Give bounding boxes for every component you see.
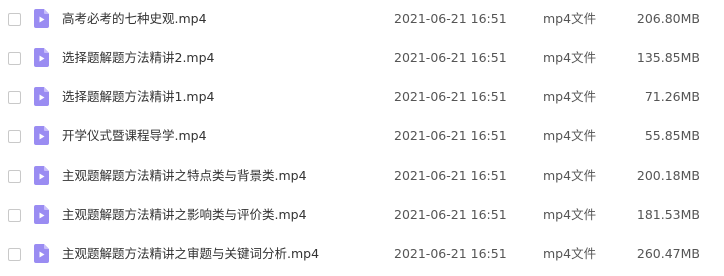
row-checkbox[interactable] [8,52,21,65]
file-name[interactable]: 开学仪式暨课程导学.mp4 [62,128,207,144]
file-name[interactable]: 选择题解题方法精讲2.mp4 [62,50,215,66]
video-file-icon[interactable] [34,166,49,185]
row-checkbox[interactable] [8,130,21,143]
file-size: 200.18MB [636,168,700,183]
file-date: 2021-06-21 16:51 [394,207,507,222]
video-file-icon[interactable] [34,48,49,67]
video-file-icon[interactable] [34,126,49,145]
row-checkbox[interactable] [8,170,21,183]
file-type: mp4文件 [543,50,597,65]
video-file-icon[interactable] [34,244,49,263]
file-type: mp4文件 [543,246,597,261]
file-type: mp4文件 [543,11,597,26]
file-date: 2021-06-21 16:51 [394,168,507,183]
file-row[interactable]: 高考必考的七种史观.mp4 2021-06-21 16:51 mp4文件 206… [0,0,724,40]
video-file-icon[interactable] [34,9,49,28]
file-row[interactable]: 开学仪式暨课程导学.mp4 2021-06-21 16:51 mp4文件 55.… [0,117,724,157]
row-checkbox[interactable] [8,13,21,26]
file-date: 2021-06-21 16:51 [394,89,507,104]
file-type: mp4文件 [543,207,597,222]
file-size: 71.26MB [644,89,700,104]
row-checkbox[interactable] [8,209,21,222]
file-size: 55.85MB [644,128,700,143]
file-name[interactable]: 主观题解题方法精讲之审题与关键词分析.mp4 [62,246,319,262]
file-row[interactable]: 选择题解题方法精讲1.mp4 2021-06-21 16:51 mp4文件 71… [0,78,724,118]
file-date: 2021-06-21 16:51 [394,50,507,65]
file-name[interactable]: 主观题解题方法精讲之影响类与评价类.mp4 [62,207,307,223]
file-size: 260.47MB [636,246,700,261]
file-date: 2021-06-21 16:51 [394,246,507,261]
file-type: mp4文件 [543,168,597,183]
file-type: mp4文件 [543,89,597,104]
file-name[interactable]: 高考必考的七种史观.mp4 [62,11,207,27]
file-size: 206.80MB [636,11,700,26]
file-name[interactable]: 选择题解题方法精讲1.mp4 [62,89,215,105]
file-size: 181.53MB [636,207,700,222]
video-file-icon[interactable] [34,205,49,224]
row-checkbox[interactable] [8,91,21,104]
file-date: 2021-06-21 16:51 [394,128,507,143]
file-row[interactable]: 选择题解题方法精讲2.mp4 2021-06-21 16:51 mp4文件 13… [0,39,724,79]
file-name[interactable]: 主观题解题方法精讲之特点类与背景类.mp4 [62,168,307,184]
file-date: 2021-06-21 16:51 [394,11,507,26]
file-row[interactable]: 主观题解题方法精讲之影响类与评价类.mp4 2021-06-21 16:51 m… [0,196,724,236]
file-list: 高考必考的七种史观.mp4 2021-06-21 16:51 mp4文件 206… [0,0,724,276]
file-row[interactable]: 主观题解题方法精讲之审题与关键词分析.mp4 2021-06-21 16:51 … [0,235,724,275]
file-type: mp4文件 [543,128,597,143]
row-checkbox[interactable] [8,248,21,261]
file-row[interactable]: 主观题解题方法精讲之特点类与背景类.mp4 2021-06-21 16:51 m… [0,157,724,197]
video-file-icon[interactable] [34,87,49,106]
file-size: 135.85MB [636,50,700,65]
